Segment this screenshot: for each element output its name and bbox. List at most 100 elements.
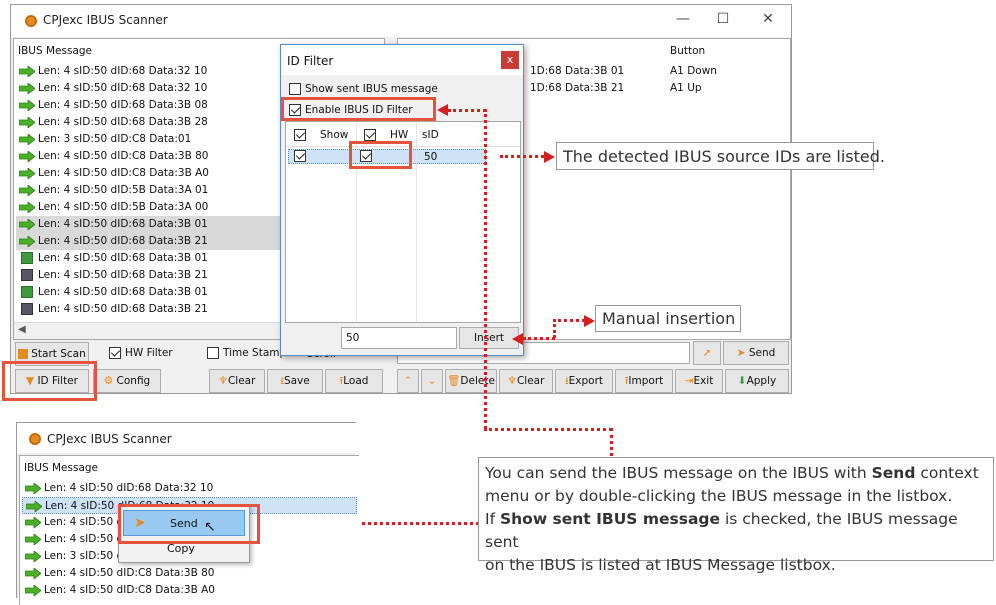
green-arrow-icon [24,533,42,546]
message-text: Len: 4 sID:50 dID:68 Data:32 10 [38,82,208,94]
green-arrow-icon [18,82,36,95]
green-arrow-icon [18,133,36,146]
maximize-button[interactable]: ☐ [709,9,737,29]
show-all-checkbox[interactable] [294,129,306,141]
config-gear-icon: ⚙ [103,375,114,387]
message-text: Len: 4 sID:50 dID:68 Data:3B 01 [38,218,208,230]
hw-filter-label: HW Filter [125,347,173,359]
sid-insert-input[interactable]: 50 [341,327,457,349]
insert-button[interactable]: Insert [459,327,519,349]
config-label: Config [116,375,151,387]
ibus-message-header: IBUS Message [18,45,93,57]
green-arrow-icon [18,150,36,163]
second-message-row[interactable]: Len: 4 sID:50 dID:68 Data:32 10 [22,480,357,497]
time-stamp-label: Time Stamp [223,347,287,359]
button-row-1-text[interactable]: 1D:68 Data:3B 01 [530,65,624,77]
show-sent-label: Show sent IBUS message [305,83,438,95]
row-sid-value: 50 [424,151,438,163]
green-arrow-icon [18,218,36,231]
time-stamp-checkbox[interactable] [207,347,219,359]
clear-label: Clear [227,375,256,387]
export-button[interactable]: ⭳Export [555,369,613,393]
sid-insert-value: 50 [346,332,360,344]
hw-filter-checkbox[interactable] [109,347,121,359]
move-down-button[interactable]: ⌄ [421,369,443,393]
row-show-checkbox[interactable] [294,150,306,162]
green-arrow-icon [18,184,36,197]
window-title: CPJexc IBUS Scanner [43,13,168,27]
sid-column-header: sID [422,129,439,141]
green-arrow-icon [25,500,43,513]
load-label: Load [343,375,369,387]
second-message-text: Len: 4 sID:50 dID:68 Data:32 10 [44,482,214,494]
arrow-enable-head [437,104,448,116]
clear-button[interactable]: ♆Clear [209,369,265,393]
load-button[interactable]: ⭱Load [325,369,383,393]
button-row-2-label[interactable]: A1 Up [670,82,702,94]
arrow-enable-line-h2 [484,428,612,431]
hw-all-checkbox[interactable] [364,129,376,141]
app-gear-icon [25,15,37,27]
send-arrow-icon: ➤ [736,347,746,359]
message-text: Len: 4 sID:50 dID:68 Data:3B 28 [38,116,208,128]
close-button[interactable]: ✕ [754,9,782,29]
send-button[interactable]: ➤ Send [723,341,789,365]
broom-icon: ♆ [218,375,228,387]
clear-list-button[interactable]: ♆Clear [499,369,553,393]
manual-insertion-text: Manual insertion [602,309,736,328]
button-column-header: Button [670,45,706,57]
send-label: Send [748,347,776,359]
help-line-1b: Send [871,464,916,482]
help-line-3: If Show sent IBUS message is checked, th… [485,508,987,554]
button-row-2-text[interactable]: 1D:68 Data:3B 21 [530,82,624,94]
arrow-manual-tail-head [512,333,523,345]
import-label: Import [628,375,664,387]
second-app-gear-icon [29,433,41,445]
help-callout: You can send the IBUS message on the IBU… [478,457,994,574]
help-line-1c: context [915,464,979,482]
save-button[interactable]: ⭳Save [267,369,323,393]
dialog-close-icon: x [506,53,514,66]
message-text: Len: 4 sID:50 dID:68 Data:3B 21 [38,235,208,247]
apply-button[interactable]: ⬇Apply [725,369,789,393]
grid-col-line-2 [416,122,417,322]
trash-icon: 🗑 [447,375,461,387]
orange-arrow-icon: ➚ [702,347,712,359]
gray-square-icon [21,269,33,281]
green-square-icon [21,252,33,264]
move-up-button[interactable]: ⌃ [397,369,419,393]
delete-label: Delete [460,375,495,387]
dialog-close-button[interactable]: x [501,51,519,69]
second-message-row[interactable]: Len: 4 sID:50 dID:C8 Data:3B A0 [22,582,357,599]
delete-button[interactable]: 🗑Delete [445,369,497,393]
detected-ids-text: The detected IBUS source IDs are listed. [563,147,885,166]
title-bar: CPJexc IBUS Scanner — ☐ ✕ [11,5,791,37]
detected-ids-callout: The detected IBUS source IDs are listed. [556,142,885,170]
apply-icon: ⬇ [737,375,747,387]
show-sent-checkbox[interactable] [289,83,301,95]
exit-label: Exit [693,375,714,387]
second-title-bar: CPJexc IBUS Scanner [17,423,356,453]
second-message-row[interactable]: Len: 4 sID:50 dID:C8 Data:3B 80 [22,565,357,582]
exit-button[interactable]: ⇥Exit [675,369,723,393]
dialog-title: ID Filter [287,54,334,68]
arrow-manual-line-h1 [553,319,585,322]
button-row-1-label[interactable]: A1 Down [670,65,717,77]
message-text: Len: 4 sID:50 dID:68 Data:3B 01 [38,252,208,264]
scroll-left-icon[interactable]: ◀ [18,324,26,335]
green-arrow-icon [18,167,36,180]
start-scan-icon [18,349,29,359]
green-square-icon [21,286,33,298]
second-ibus-header: IBUS Message [24,462,99,474]
message-text: Len: 4 sID:50 dID:5B Data:3A 00 [38,201,209,213]
minimize-button[interactable]: — [669,9,697,29]
dialog-title-bar: ID Filter x [281,45,523,75]
help-line-1: You can send the IBUS message on the IBU… [485,462,987,485]
import-button[interactable]: ⭱Import [615,369,673,393]
up-arrow-button[interactable]: ➚ [693,341,721,365]
message-text: Len: 4 sID:50 dID:68 Data:3B 08 [38,99,208,111]
arrow-manual-line-h2 [523,337,555,340]
export-label: Export [568,375,604,387]
config-button[interactable]: ⚙ Config [93,369,161,393]
green-arrow-icon [18,99,36,112]
